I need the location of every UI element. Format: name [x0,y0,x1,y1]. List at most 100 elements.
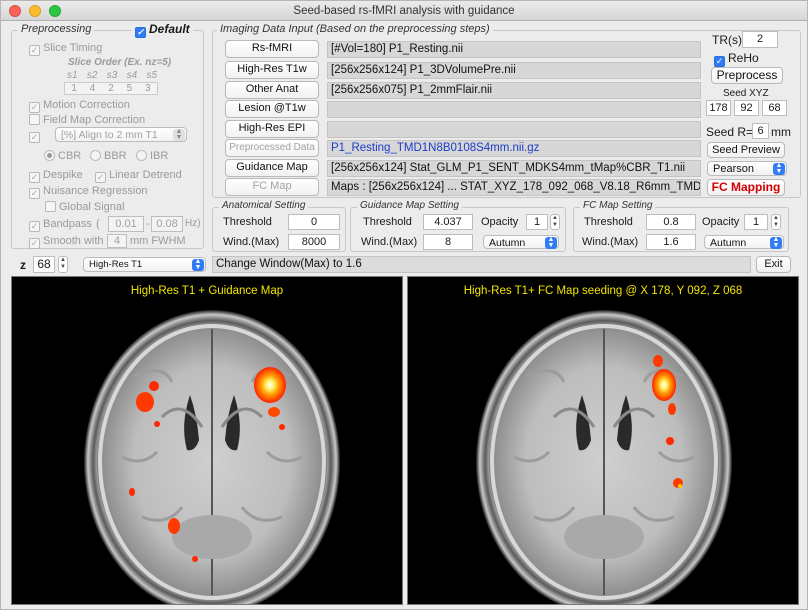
radio-cbr-label: CBR [58,150,82,162]
motion-correction-checkbox[interactable]: ✓ Motion Correction [29,99,130,113]
fc-opacity-input[interactable]: 1 [744,214,768,230]
other-anat-field: [256x256x075] P1_2mmFlair.nii [327,82,701,99]
slice-order-input[interactable]: 1 4 2 5 3 [64,82,158,95]
default-checkbox[interactable]: ✓ Default [132,22,193,38]
high-res-epi-field [327,121,701,138]
default-check-icon: ✓ [135,27,146,38]
guidance-map-button[interactable]: Guidance Map [225,159,319,177]
tr-input[interactable]: 2 [742,31,778,48]
left-image-panel[interactable]: High-Res T1 + Guidance Map [11,276,403,605]
align-checkbox[interactable]: ✓ [29,129,43,143]
seed-r-input[interactable]: 6 [752,123,769,139]
align-select[interactable]: [%] Align to 2 mm T1 ▲ ▼ [55,127,187,142]
smooth-label: Smooth with [43,235,104,247]
guid-opacity-stepper[interactable]: ▲ ▼ [550,214,560,230]
fc-opacity-stepper[interactable]: ▲ ▼ [771,214,781,230]
brain-slice-fc-map [476,310,732,604]
z-stepper[interactable]: ▲ ▼ [58,256,68,273]
motion-correction-label: Motion Correction [43,99,130,111]
fc-wind-input[interactable]: 1.6 [646,234,696,250]
smooth-unit: mm FWHM [130,235,186,247]
exit-button[interactable]: Exit [756,256,791,273]
reho-check-icon: ✓ [714,56,725,67]
bandpass-check-icon: ✓ [29,221,40,232]
anat-wind-input[interactable]: 8000 [288,234,340,250]
app-window: Seed-based rs-fMRI analysis with guidanc… [0,0,808,610]
guid-opacity-label: Opacity [481,216,519,228]
guid-opacity-input[interactable]: 1 [526,214,548,230]
field-map-label: Field Map Correction [43,114,146,126]
reho-checkbox[interactable]: ✓ ReHo [714,51,759,67]
slice-order-value: 4 [89,83,96,94]
motion-check-icon: ✓ [29,102,40,113]
correlation-select-value: Pearson [713,163,754,175]
global-signal-check-icon [45,201,56,212]
z-label: z [20,258,26,272]
fc-setting-title: FC Map Setting [580,200,656,211]
radio-bbr[interactable]: BBR [90,150,127,162]
chevron-updown-icon: ▲ ▼ [173,128,185,141]
zoom-window-icon[interactable] [49,5,61,17]
view-select[interactable]: High-Res T1 ▲ ▼ [83,257,206,272]
close-window-icon[interactable] [9,5,21,17]
imaging-input-title: Imaging Data Input (Based on the preproc… [217,23,493,35]
chevron-updown-icon: ▲ ▼ [773,162,785,175]
right-image-panel[interactable]: High-Res T1+ FC Map seeding @ X 178, Y 0… [407,276,799,605]
anat-threshold-input[interactable]: 0 [288,214,340,230]
field-map-checkbox[interactable]: Field Map Correction [29,114,145,126]
minimize-window-icon[interactable] [29,5,41,17]
guidance-setting-title: Guidance Map Setting [357,200,462,211]
high-res-t1w-button[interactable]: High-Res T1w [225,61,319,79]
radio-icon [44,150,55,161]
fc-map-field: Maps : [256x256x124] ... STAT_XYZ_178_09… [327,179,701,196]
fc-colormap-select[interactable]: Autumn ▲ ▼ [704,235,784,249]
slice-timing-checkbox[interactable]: ✓ Slice Timing [29,42,102,56]
fc-colormap-value: Autumn [710,237,747,249]
radio-bbr-label: BBR [104,150,127,162]
high-res-epi-button[interactable]: High-Res EPI [225,120,319,138]
bandpass-dash: - [146,218,150,230]
despike-label: Despike [43,169,83,181]
global-signal-checkbox[interactable]: Global Signal [45,201,124,213]
preprocess-button[interactable]: Preprocess [711,67,783,84]
other-anat-button[interactable]: Other Anat [225,81,319,99]
z-input[interactable]: 68 [33,256,55,273]
chevron-updown-icon: ▲ ▼ [192,258,204,271]
tr-label: TR(s) [712,33,742,47]
slice-order-value: 1 [71,83,77,94]
smooth-value-input[interactable]: 4 [107,234,127,248]
guid-wind-input[interactable]: 8 [423,234,473,250]
linear-detrend-checkbox[interactable]: ✓ Linear Detrend [95,169,182,183]
bandpass-checkbox[interactable]: ✓ Bandpass [29,218,92,232]
chevron-updown-icon: ▲ ▼ [770,236,782,249]
seed-y-input[interactable]: 92 [734,100,759,116]
correlation-select[interactable]: Pearson ▲ ▼ [707,161,787,176]
bandpass-high-input[interactable]: 0.08 [151,216,183,232]
guid-threshold-input[interactable]: 4.037 [423,214,473,230]
radio-icon [136,150,147,161]
fc-threshold-input[interactable]: 0.8 [646,214,696,230]
lesion-t1w-button[interactable]: Lesion @T1w [225,100,319,118]
guidance-map-field: [256x256x124] Stat_GLM_P1_SENT_MDKS4mm_t… [327,160,701,177]
fc-map-button[interactable]: FC Map [225,178,319,196]
fc-mapping-button[interactable]: FC Mapping [707,179,785,196]
nuisance-checkbox[interactable]: ✓ Nuisance Regression [29,185,148,199]
seed-x-input[interactable]: 178 [706,100,731,116]
slice-order-value: 3 [144,83,151,94]
rs-fmri-button[interactable]: Rs-fMRI [225,40,319,58]
window-controls [9,5,61,17]
status-bar: Change Window(Max) to 1.6 [212,256,751,273]
guid-colormap-select[interactable]: Autumn ▲ ▼ [483,235,559,249]
despike-checkbox[interactable]: ✓ Despike [29,169,83,183]
bandpass-low-input[interactable]: 0.01 [108,216,144,232]
seed-z-input[interactable]: 68 [762,100,787,116]
seed-preview-button[interactable]: Seed Preview [707,142,785,158]
preprocessed-data-button[interactable]: Preprocessed Data [225,139,319,157]
brain-slice-guidance [84,310,340,604]
smooth-checkbox[interactable]: ✓ Smooth with [29,235,104,249]
radio-cbr[interactable]: CBR [44,150,81,162]
fc-opacity-label: Opacity [702,216,740,228]
smooth-check-icon: ✓ [29,238,40,249]
align-check-icon: ✓ [29,132,40,143]
radio-ibr[interactable]: IBR [136,150,168,162]
